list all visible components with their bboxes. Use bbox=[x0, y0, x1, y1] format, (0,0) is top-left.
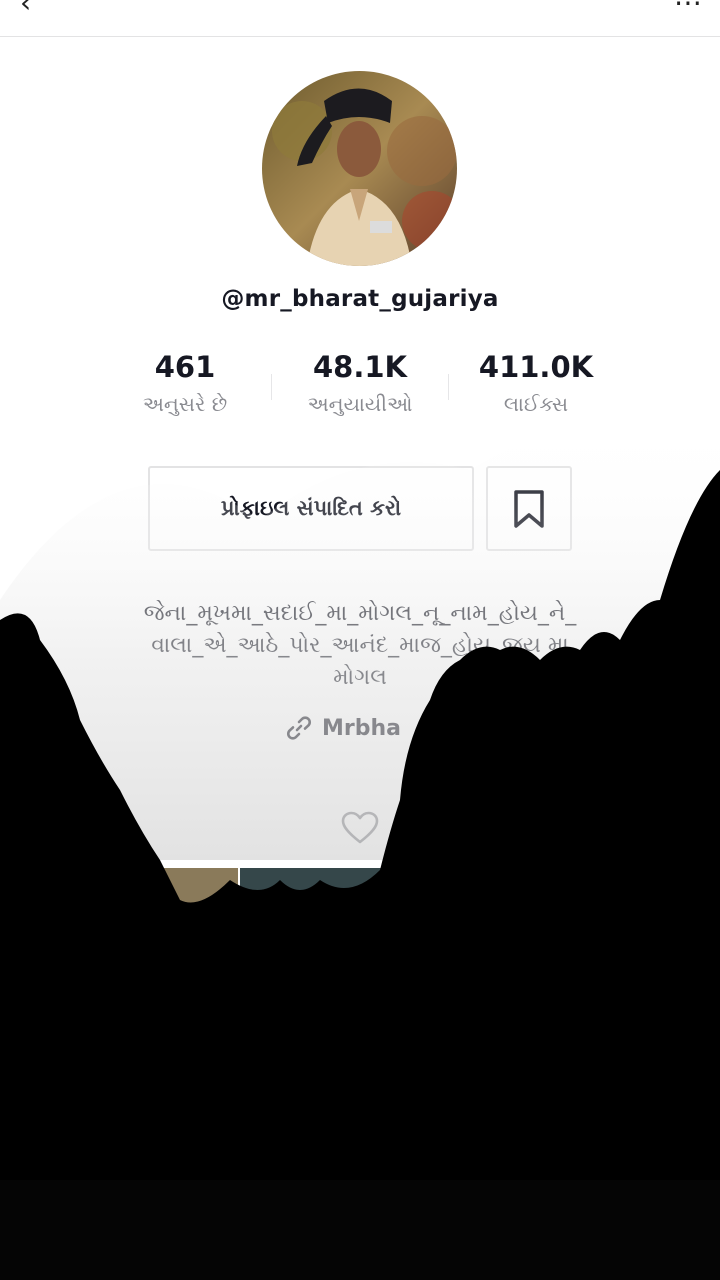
stat-followers[interactable]: 48.1K અનુયાયીઓ bbox=[275, 350, 445, 416]
stat-label: લાઈક્સ bbox=[503, 392, 569, 416]
stat-divider bbox=[271, 374, 272, 400]
heart-outline-icon bbox=[341, 811, 379, 844]
video-thumbnail[interactable] bbox=[480, 868, 718, 1280]
grid-icon bbox=[108, 816, 132, 840]
back-icon[interactable]: ‹ bbox=[20, 0, 31, 19]
stat-label: અનુયાયીઓ bbox=[307, 392, 413, 416]
username: @mr_bharat_gujariya bbox=[221, 286, 499, 312]
profile-link[interactable]: Mrbha bbox=[286, 715, 401, 741]
stat-value: 48.1K bbox=[312, 350, 408, 384]
stat-divider bbox=[448, 374, 449, 400]
menu-icon[interactable]: ⋯ bbox=[674, 0, 702, 19]
tab-videos[interactable] bbox=[0, 790, 240, 866]
profile-tabs bbox=[0, 790, 720, 866]
video-grid bbox=[0, 868, 720, 1280]
top-bar: ‹ ⋯ bbox=[0, 0, 720, 37]
stat-label: અનુસરે છે bbox=[142, 392, 228, 416]
profile-link-text: Mrbha bbox=[322, 715, 401, 741]
link-icon bbox=[286, 716, 312, 740]
favorites-button[interactable] bbox=[486, 466, 572, 551]
stat-value: 461 bbox=[154, 350, 216, 384]
avatar[interactable] bbox=[262, 71, 457, 266]
bio-line: મોગલ bbox=[333, 665, 387, 690]
profile-bio: જેના_મૂખમા_સદાઈ_મા_મોગલ_નૂ_નામ_હોય_ને_ વ… bbox=[96, 598, 624, 694]
video-thumbnail[interactable] bbox=[240, 868, 478, 1280]
bio-line: જેના_મૂખમા_સદાઈ_મા_મોગલ_નૂ_નામ_હોય_ને_ bbox=[143, 601, 577, 626]
bio-line: વાલા_એ_આઠે_પોર_આનંદ_માજ_હોય_જય મા bbox=[151, 633, 569, 658]
active-tab-indicator bbox=[0, 862, 160, 866]
stat-likes[interactable]: 411.0K લાઈક્સ bbox=[451, 350, 621, 416]
bookmark-icon bbox=[514, 489, 544, 528]
edit-profile-button[interactable]: પ્રોફાઇલ સંપાદિત કરો bbox=[148, 466, 474, 551]
stat-value: 411.0K bbox=[478, 350, 594, 384]
video-thumbnail[interactable] bbox=[0, 868, 238, 1280]
stat-following[interactable]: 461 અનુસરે છે bbox=[100, 350, 270, 416]
tab-liked[interactable] bbox=[240, 790, 480, 866]
